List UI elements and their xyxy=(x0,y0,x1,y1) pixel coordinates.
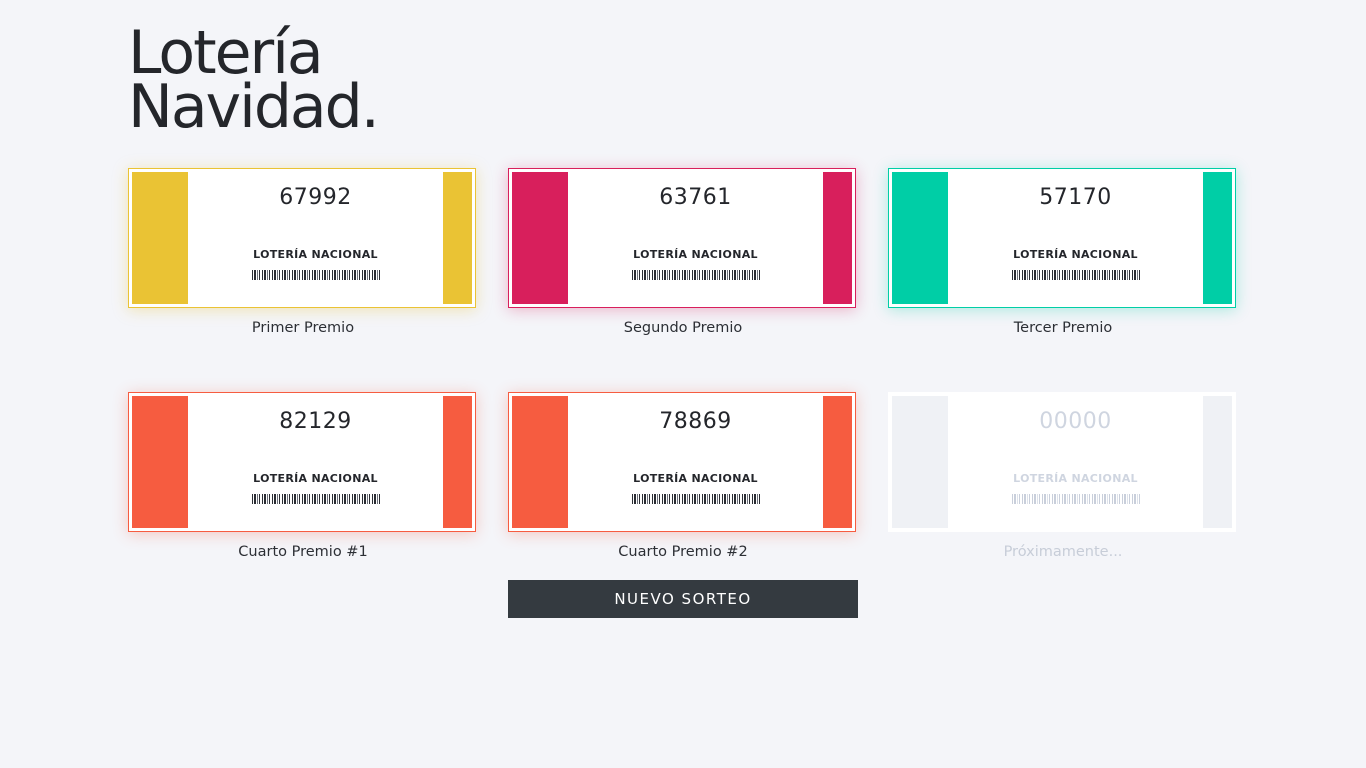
ticket-stub-right xyxy=(823,396,852,528)
ticket-number: 00000 xyxy=(1039,409,1112,434)
barcode-icon xyxy=(632,270,762,280)
prize-first: 67992 LOTERÍA NACIONAL Primer Premio xyxy=(128,168,478,336)
page-title: Lotería Navidad. xyxy=(128,23,380,142)
barcode-icon xyxy=(632,494,762,504)
ticket-stub-left xyxy=(892,396,948,528)
prize-label: Cuarto Premio #2 xyxy=(618,544,748,560)
barcode-icon xyxy=(1012,270,1142,280)
prize-label: Segundo Premio xyxy=(623,320,743,336)
ticket-stub-left xyxy=(512,396,568,528)
ticket-stub-left xyxy=(132,396,188,528)
ticket-stub-left xyxy=(892,172,948,304)
lottery-ticket[interactable]: 57170 LOTERÍA NACIONAL xyxy=(888,168,1236,308)
ticket-stub-right xyxy=(443,172,472,304)
prize-label: Próximamente... xyxy=(1003,544,1123,560)
ticket-number: 63761 xyxy=(659,185,732,210)
lottery-ticket[interactable]: 67992 LOTERÍA NACIONAL xyxy=(128,168,476,308)
lottery-ticket[interactable]: 63761 LOTERÍA NACIONAL xyxy=(508,168,856,308)
lottery-ticket[interactable]: 78869 LOTERÍA NACIONAL xyxy=(508,392,856,532)
ticket-stub-right xyxy=(1203,172,1232,304)
prize-fourth-2: 78869 LOTERÍA NACIONAL Cuarto Premio #2 xyxy=(508,392,858,560)
prize-label: Cuarto Premio #1 xyxy=(238,544,368,560)
ticket-number: 78869 xyxy=(659,409,732,434)
ticket-stub-right xyxy=(443,396,472,528)
ticket-stub-right xyxy=(823,172,852,304)
ticket-number: 82129 xyxy=(279,409,352,434)
ticket-issuer: LOTERÍA NACIONAL xyxy=(253,472,378,485)
prize-fourth-1: 82129 LOTERÍA NACIONAL Cuarto Premio #1 xyxy=(128,392,478,560)
barcode-icon xyxy=(1012,494,1142,504)
prize-grid: 67992 LOTERÍA NACIONAL Primer Premio 637… xyxy=(128,168,1238,560)
ticket-number: 67992 xyxy=(279,185,352,210)
prize-third: 57170 LOTERÍA NACIONAL Tercer Premio xyxy=(888,168,1238,336)
prize-label: Tercer Premio xyxy=(1013,320,1113,336)
barcode-icon xyxy=(252,270,382,280)
prize-label: Primer Premio xyxy=(251,320,355,336)
ticket-stub-right xyxy=(1203,396,1232,528)
new-draw-button[interactable]: NUEVO SORTEO xyxy=(508,580,858,618)
ticket-number: 57170 xyxy=(1039,185,1112,210)
barcode-icon xyxy=(252,494,382,504)
ticket-issuer: LOTERÍA NACIONAL xyxy=(1013,472,1138,485)
ticket-issuer: LOTERÍA NACIONAL xyxy=(1013,248,1138,261)
lottery-ticket[interactable]: 82129 LOTERÍA NACIONAL xyxy=(128,392,476,532)
page-title-line-2: Navidad. xyxy=(128,72,380,142)
ticket-issuer: LOTERÍA NACIONAL xyxy=(253,248,378,261)
prize-second: 63761 LOTERÍA NACIONAL Segundo Premio xyxy=(508,168,858,336)
ticket-issuer: LOTERÍA NACIONAL xyxy=(633,248,758,261)
lottery-ticket-placeholder: 00000 LOTERÍA NACIONAL xyxy=(888,392,1236,532)
ticket-stub-left xyxy=(132,172,188,304)
ticket-issuer: LOTERÍA NACIONAL xyxy=(633,472,758,485)
prize-upcoming: 00000 LOTERÍA NACIONAL Próximamente... xyxy=(888,392,1238,560)
ticket-stub-left xyxy=(512,172,568,304)
